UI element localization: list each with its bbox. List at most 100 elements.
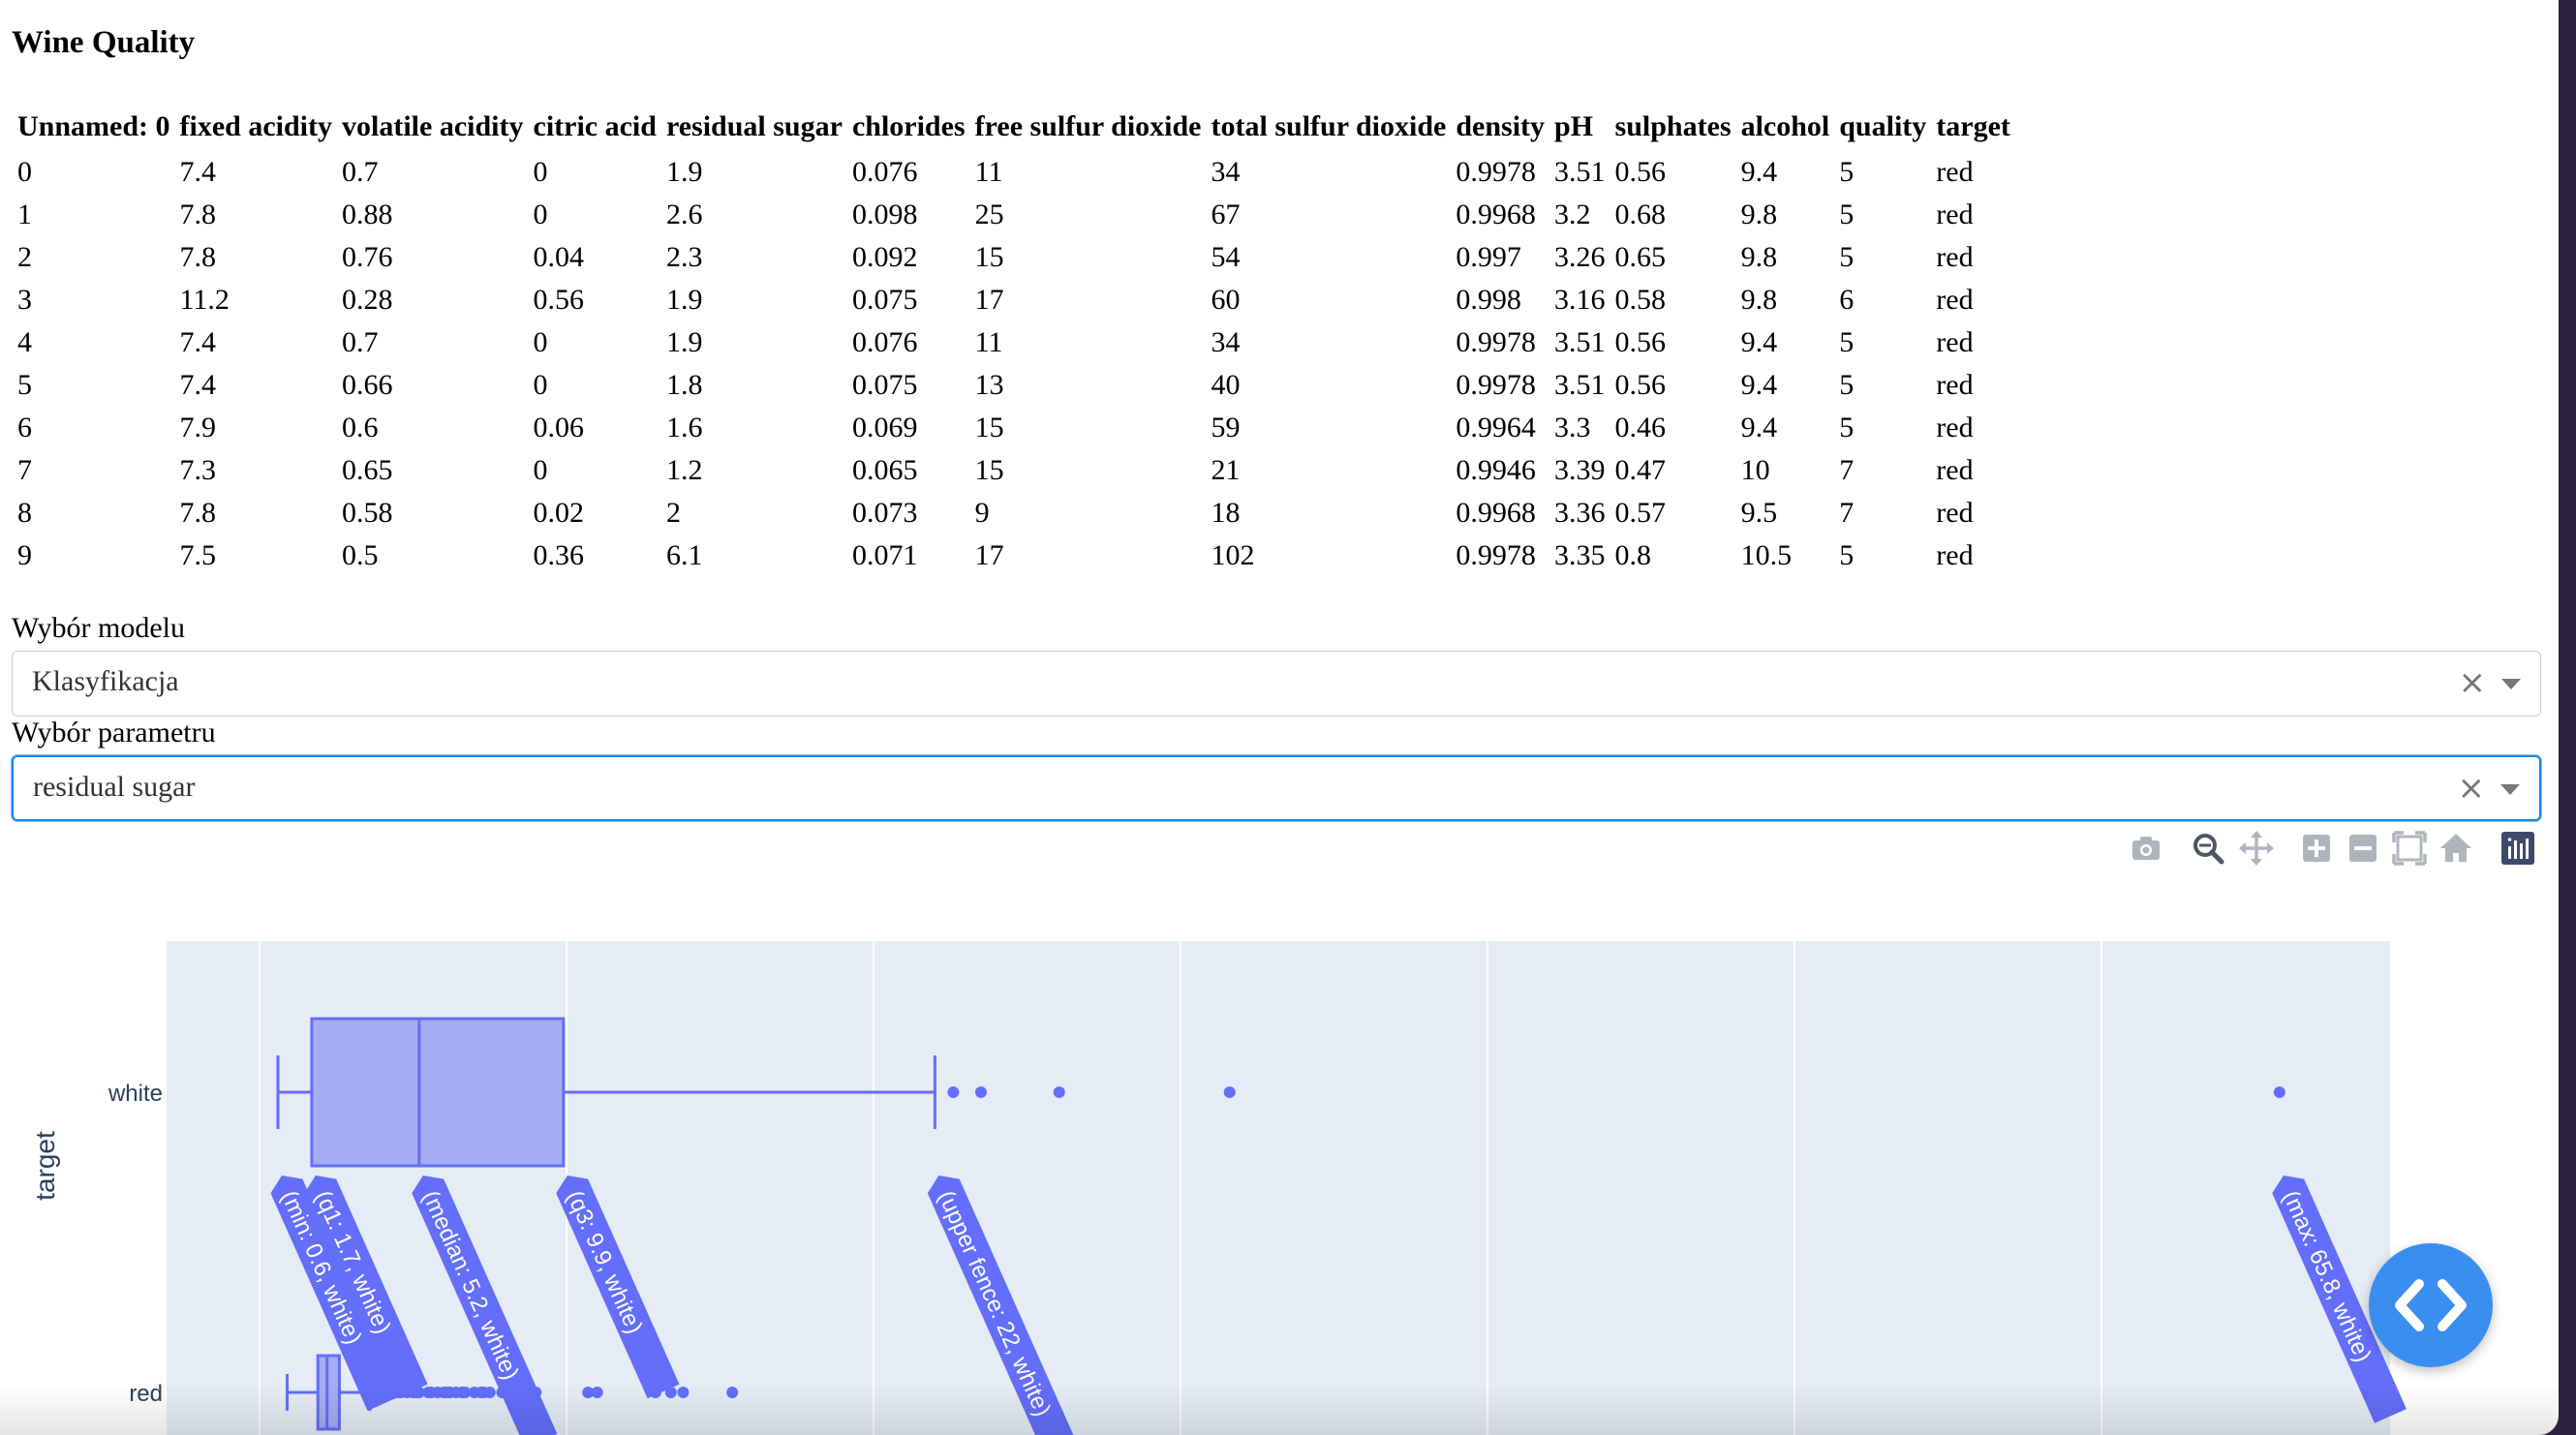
table-cell: 0.076 [851,326,918,358]
table-cell: red [1936,326,1974,358]
outlier-point [2273,1086,2285,1098]
column-header: fixed acidity [179,110,333,142]
box [316,1354,341,1431]
table-cell: 0.9978 [1456,326,1536,358]
table-cell: 0.28 [342,284,393,316]
pan-icon[interactable] [2237,829,2276,868]
table-body: 0 7.4 0.7 0 1.9 0.076 11 34 0.9978 3.51 0.56 9.4 5 re… [12,151,2014,577]
box [310,1017,566,1168]
table-cell: red [1936,497,1974,529]
code-toggle-button[interactable] [2369,1243,2493,1367]
clear-icon[interactable]: × [2458,769,2486,808]
table-cell: 6.1 [665,539,703,571]
outlier-point [974,1086,987,1098]
table-cell: 0.073 [851,497,918,529]
table-cell: 7.4 [179,326,217,358]
table-cell: 7 [17,454,32,486]
table-cell: 0 [533,156,548,188]
table-cell: 0.88 [342,198,393,230]
model-dropdown[interactable]: Klasyfikacja × [12,651,2541,717]
param-select-label: Wybór parametru [12,717,216,748]
table-cell: 54 [1211,241,1241,273]
table-cell: 40 [1211,369,1241,401]
box-plot[interactable]: targetwhitered(min: 0.6, white)(q1: 1.7,… [0,891,2559,1435]
zoom-in-icon[interactable] [2297,829,2336,868]
table-cell: 6 [17,412,32,443]
chevron-down-icon[interactable] [2501,679,2521,689]
table-cell: 5 [1839,326,1855,358]
table-cell: 0.069 [851,412,918,443]
camera-icon[interactable] [2127,829,2165,868]
table-cell: 0.8 [1614,539,1652,571]
column-header: total sulfur dioxide [1211,110,1447,142]
table-cell: 0 [533,454,548,486]
table-cell: 0.02 [533,497,585,529]
table-cell: 15 [974,412,1004,443]
table-cell: 3.51 [1554,369,1606,401]
param-dropdown[interactable]: residual sugar × [12,755,2541,821]
table-cell: 0 [533,198,548,230]
table-cell: 0 [533,369,548,401]
table-cell: 0.47 [1614,454,1667,486]
table-cell: 3.51 [1554,326,1606,358]
reset-axes-icon[interactable] [2437,829,2475,868]
table-cell: 3.39 [1554,454,1606,486]
table-row: 9 7.5 0.5 0.36 6.1 0.071 17 102 0.9978 3.35 0.8 10.… [12,534,2014,577]
table-cell: 7.5 [179,539,217,571]
table-cell: 17 [974,284,1004,316]
y-axis-title: target [30,1131,60,1201]
table-cell: 9 [17,539,32,571]
table-cell: 9.8 [1740,284,1778,316]
table-cell: 1.9 [665,156,703,188]
table-cell: 3.35 [1554,539,1606,571]
table-cell: 7 [1839,454,1855,486]
table-cell: 7 [1839,497,1855,529]
table-cell: 0.57 [1614,497,1667,529]
table-cell: 15 [974,241,1004,273]
table-cell: 3.3 [1554,412,1591,443]
zoom-out-icon[interactable] [2344,829,2382,868]
table-cell: 0.071 [851,539,918,571]
param-dropdown-value: residual sugar [33,771,196,803]
table-cell: 0.9978 [1456,156,1536,188]
outlier-point [947,1086,960,1098]
outlier-point [483,1387,496,1398]
table-cell: 0.58 [1614,284,1667,316]
table-cell: 0.06 [533,412,585,443]
table-cell: 0.998 [1456,284,1521,316]
table-cell: 8 [17,497,32,529]
zoom-icon[interactable] [2189,829,2227,868]
table-cell: red [1936,284,1974,316]
autoscale-icon[interactable] [2390,829,2429,868]
table-cell: red [1936,156,1974,188]
table-cell: 0.075 [851,284,918,316]
table-cell: 1 [17,198,32,230]
table-cell: 5 [1839,156,1855,188]
table-cell: 0.36 [533,539,585,571]
table-cell: 3 [17,284,32,316]
category-tick-label: white [107,1081,163,1107]
table-cell: 0.58 [342,497,393,529]
table-row: 5 7.4 0.66 0 1.8 0.075 13 40 0.9978 3.51 0.56 9.4 5 r… [12,364,2014,407]
table-cell: 0.68 [1614,198,1667,230]
table-cell: 0.9978 [1456,539,1536,571]
table-cell: 0.66 [342,369,393,401]
table-cell: 2.6 [665,198,703,230]
table-cell: 0.56 [533,284,585,316]
table-cell: 0.9946 [1456,454,1536,486]
table-cell: red [1936,454,1974,486]
chevron-down-icon[interactable] [2500,784,2520,795]
table-header-row: Unnamed: 0 fixed acidity volatile acidity c… [12,108,2014,151]
table-cell: 3.51 [1554,156,1606,188]
column-header: free sulfur dioxide [974,110,1202,142]
table-cell: 9.4 [1740,369,1778,401]
column-header: quality [1839,110,1927,142]
table-cell: 5 [1839,412,1855,443]
column-header: chlorides [851,110,966,142]
clear-icon[interactable]: × [2459,663,2487,702]
column-header: density [1456,110,1546,142]
plotly-logo-icon[interactable] [2499,829,2537,868]
table-cell: 0.092 [851,241,918,273]
table-cell: 2 [665,497,681,529]
table-row: 4 7.4 0.7 0 1.9 0.076 11 34 0.9978 3.51 0.56 9.4 5 re… [12,321,2014,364]
